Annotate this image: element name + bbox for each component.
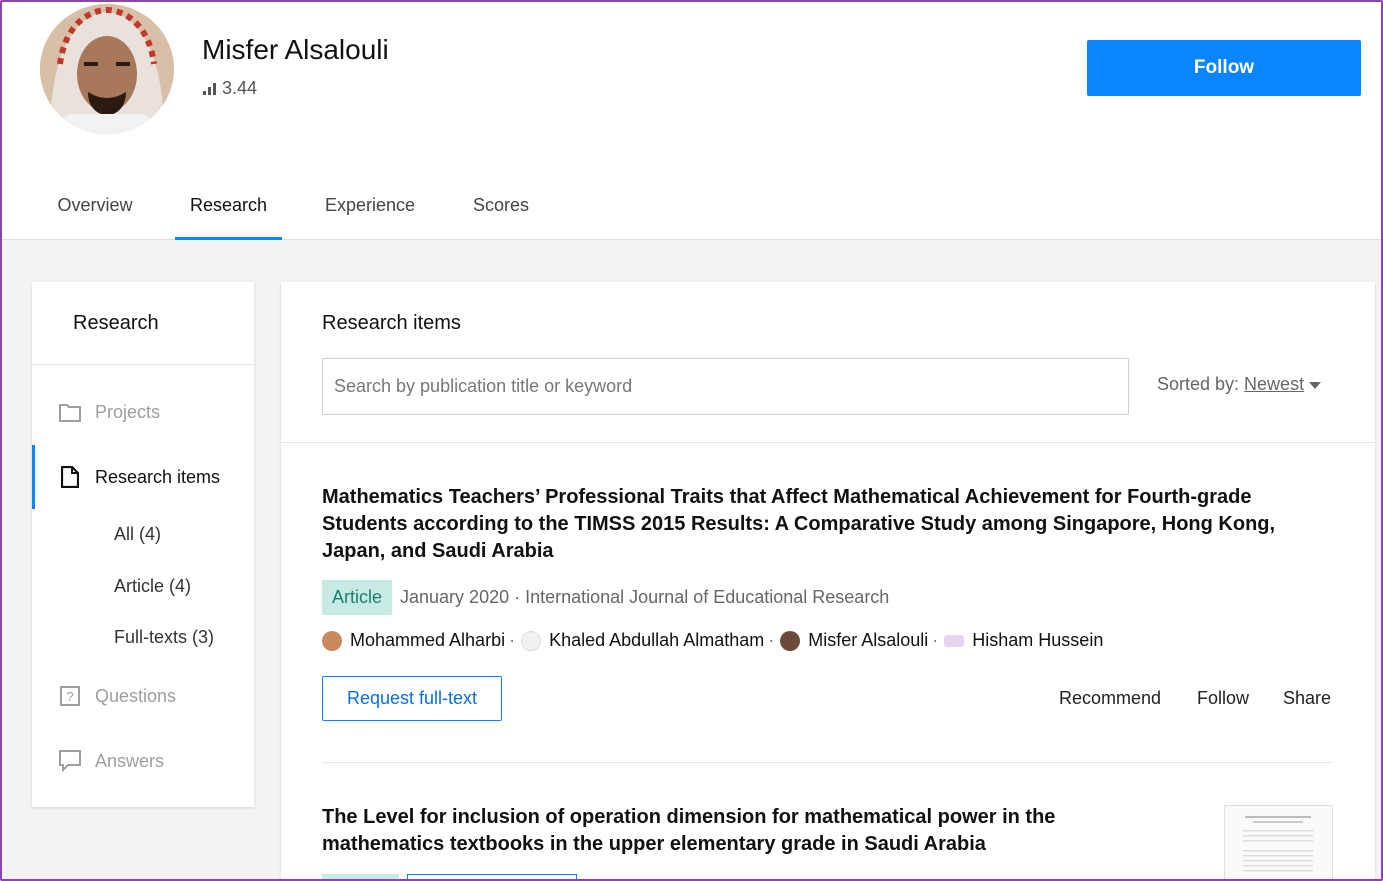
author-link[interactable]: Hisham Hussein — [944, 630, 1103, 651]
sidebar-item-answers[interactable]: Answers — [32, 729, 254, 793]
filter-full-texts[interactable]: Full-texts (3) — [114, 627, 214, 648]
follow-button[interactable]: Follow — [1087, 40, 1361, 96]
publication-type-badge: Article — [322, 580, 393, 615]
research-items-panel: Research items Sorted by: Newest Mathema… — [281, 282, 1375, 879]
sidebar-item-label: Questions — [95, 685, 177, 706]
author-separator: · — [932, 630, 939, 650]
author-link[interactable]: Misfer Alsalouli — [780, 630, 928, 651]
author-avatar — [322, 630, 342, 651]
profile-score: 3.44 — [203, 78, 257, 99]
sort-control[interactable]: Sorted by: Newest — [1157, 374, 1322, 395]
publication-type-badge — [322, 874, 399, 879]
question-icon: ? — [59, 685, 81, 707]
publication-meta: Article January 2020 · International Jou… — [322, 580, 889, 615]
sidebar-item-projects[interactable]: Projects — [32, 380, 254, 444]
tab-scores[interactable]: Scores — [458, 170, 544, 240]
filter-article[interactable]: Article (4) — [114, 576, 191, 597]
chevron-down-icon — [1309, 382, 1322, 389]
panel-title: Research items — [322, 312, 461, 334]
sidebar-divider — [32, 364, 254, 365]
sidebar-item-label: Projects — [95, 401, 161, 422]
sidebar-item-questions[interactable]: ? Questions — [32, 664, 254, 728]
sidebar-title: Research — [73, 312, 159, 334]
profile-photo — [40, 4, 174, 134]
filter-all[interactable]: All (4) — [114, 524, 161, 545]
score-value: 3.44 — [222, 78, 258, 98]
svg-text:?: ? — [66, 689, 73, 704]
share-button[interactable]: Share — [1283, 688, 1331, 709]
request-full-text-button[interactable] — [407, 874, 577, 879]
author-avatar — [521, 630, 542, 651]
publication-date-journal: January 2020 · International Journal of … — [400, 587, 890, 607]
tab-overview[interactable]: Overview — [40, 170, 150, 240]
author-link[interactable]: Khaled Abdullah Almatham — [521, 630, 764, 651]
tab-experience[interactable]: Experience — [307, 170, 433, 240]
author-list: Mohammed Alharbi · Khaled Abdullah Almat… — [322, 630, 1103, 651]
author-name: Misfer Alsalouli — [808, 630, 929, 650]
sidebar-item-label: Answers — [95, 750, 165, 771]
profile-avatar[interactable] — [40, 4, 174, 134]
publication-thumbnail[interactable] — [1224, 805, 1333, 879]
author-avatar — [780, 630, 801, 651]
panel-divider — [281, 442, 1375, 443]
request-full-text-button[interactable]: Request full-text — [322, 676, 502, 721]
publication-divider — [322, 762, 1333, 763]
profile-name: Misfer Alsalouli — [202, 34, 389, 65]
author-name: Khaled Abdullah Almatham — [549, 630, 765, 650]
recommend-button[interactable]: Recommend — [1059, 688, 1161, 709]
speech-bubble-icon — [59, 750, 81, 772]
author-name: Hisham Hussein — [972, 630, 1104, 650]
publication-title[interactable]: Mathematics Teachers’ Professional Trait… — [322, 484, 1322, 565]
page-frame: Misfer Alsalouli 3.44 Follow Overview Re… — [0, 0, 1383, 881]
author-avatar — [944, 634, 965, 647]
research-sidebar: Research Projects Research items All (4)… — [32, 282, 254, 807]
author-separator: · — [509, 630, 516, 650]
folder-icon — [59, 401, 81, 423]
sidebar-item-research-items[interactable]: Research items — [32, 445, 254, 509]
document-preview-icon — [1243, 816, 1313, 872]
tab-research[interactable]: Research — [175, 170, 282, 240]
sort-label: Sorted by: — [1157, 374, 1240, 394]
score-bars-icon — [203, 82, 216, 95]
document-icon — [59, 466, 81, 488]
author-name: Mohammed Alharbi — [350, 630, 506, 650]
sidebar-item-label: Research items — [95, 466, 221, 487]
author-separator: · — [768, 630, 775, 650]
sort-value[interactable]: Newest — [1244, 374, 1304, 395]
author-link[interactable]: Mohammed Alharbi — [322, 630, 505, 651]
search-input[interactable] — [322, 358, 1129, 415]
profile-header: Misfer Alsalouli 3.44 Follow Overview Re… — [2, 2, 1381, 240]
follow-publication-button[interactable]: Follow — [1197, 688, 1249, 709]
publication-title[interactable]: The Level for inclusion of operation dim… — [322, 804, 1122, 858]
